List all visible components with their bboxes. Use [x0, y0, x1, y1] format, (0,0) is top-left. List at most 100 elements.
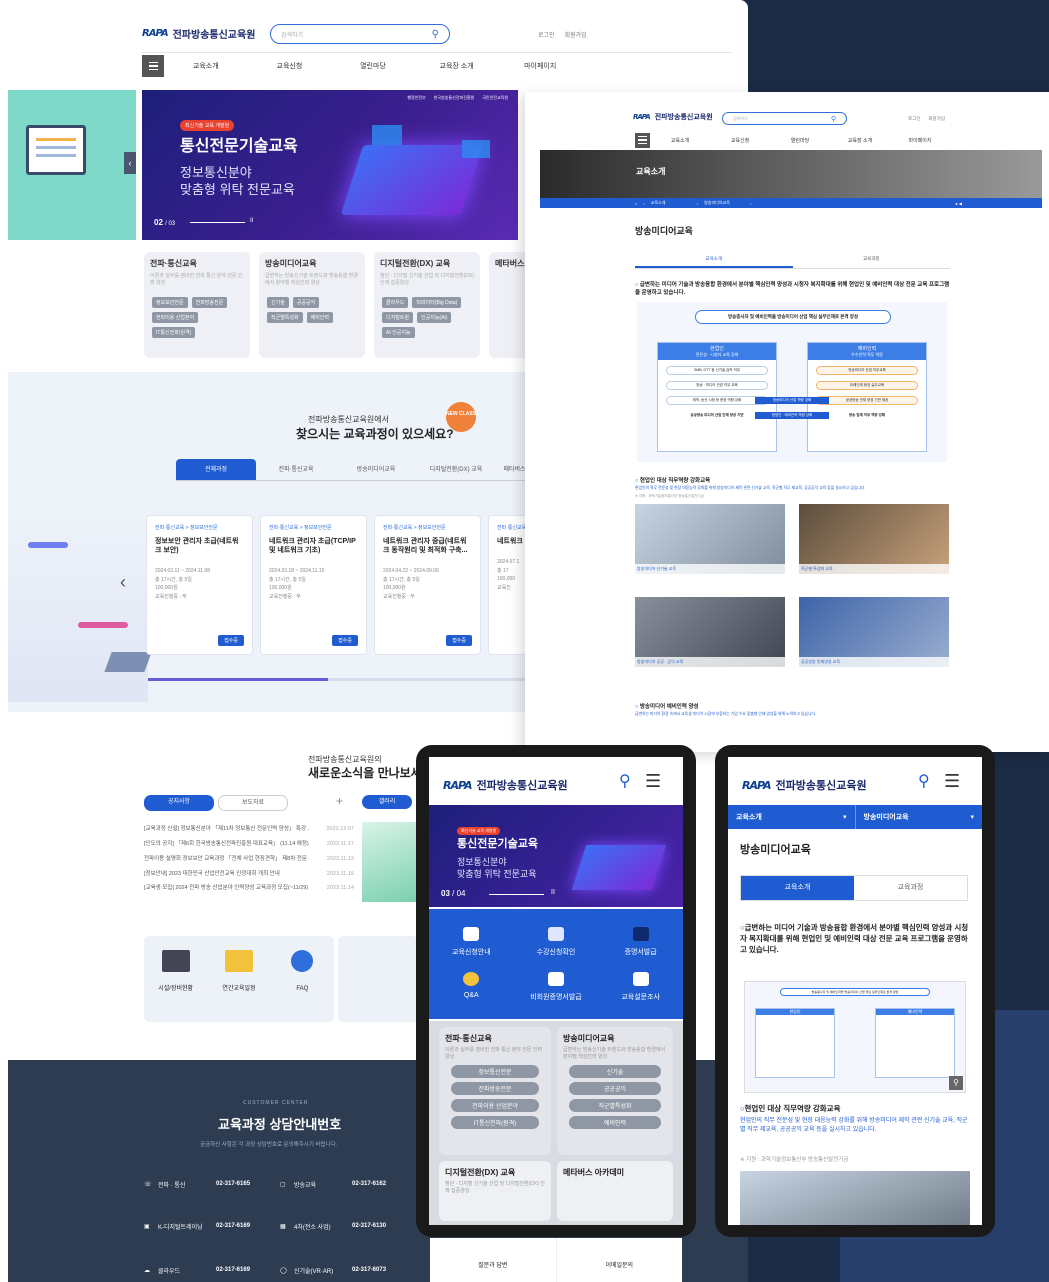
site-logo[interactable]: RAPA 전파방송통신교육원	[443, 777, 568, 793]
search-icon[interactable]: ⚲	[619, 771, 631, 791]
category-tag[interactable]: 전파방송전문	[451, 1082, 539, 1095]
search-input[interactable]: 검색하기 ⚲	[270, 24, 450, 44]
news-item[interactable]: [교육과정 신설] 정보통신분야 「제11차 정보통신 전문인력 양성」 특강 …	[144, 822, 354, 837]
nav-item[interactable]: 교육장 소개	[415, 61, 499, 71]
hamburger-icon[interactable]: ☰	[944, 771, 960, 792]
photo-card[interactable]	[740, 1171, 970, 1225]
category-tag[interactable]: 공공공익	[569, 1082, 661, 1095]
login-link[interactable]: 로그인	[538, 30, 555, 39]
contact-tel[interactable]: 02-317-6162	[352, 1181, 386, 1187]
course-card[interactable]: 전파·통신교육 > 정보보안전문 네트워크 관리자 초급(TCP/IP 및 네트…	[260, 515, 367, 655]
category-tag[interactable]: 디지털트윈	[382, 312, 414, 323]
category-card[interactable]: 방송미디어교육 급변하는 방송신기술 트렌드와 방송융합 환경에서 분야별 핵심…	[557, 1027, 673, 1155]
contact-tel[interactable]: 02-317-6169	[216, 1267, 280, 1273]
category-tag[interactable]: 전파이용 산업분야	[451, 1099, 539, 1112]
tab-courses[interactable]: 교육과정	[793, 252, 951, 268]
contact-tel[interactable]: 02-317-6169	[216, 1223, 280, 1229]
site-logo[interactable]: RAPA 전파방송통신교육원	[633, 112, 713, 122]
breadcrumb-item[interactable]: 교육소개	[651, 200, 691, 206]
email-link[interactable]: 이메일문의	[557, 1238, 683, 1282]
category-card[interactable]: 전파·통신교육 이론과 실무를 겸비한 전파 통신 분야 전문 인력 양성 정보…	[439, 1027, 551, 1155]
apply-button[interactable]: 접수중	[332, 635, 358, 646]
news-more-button[interactable]: +	[336, 794, 343, 808]
apply-button[interactable]: 접수중	[218, 635, 244, 646]
join-link[interactable]: 회원가입	[565, 30, 587, 39]
category-tag[interactable]: 전파방송전문	[191, 297, 228, 308]
quick-qna[interactable]: Q&A	[429, 971, 514, 1002]
quick-check[interactable]: 수강신청확인	[514, 926, 599, 957]
category-card[interactable]: 전파·통신교육 이론과 실무를 겸비한 전파 통신 분야 전문 인력 양성 정보…	[144, 252, 250, 358]
category-tag[interactable]: 신기술	[569, 1065, 661, 1078]
pause-button[interactable]: II	[551, 889, 555, 896]
nav-item[interactable]: 교육소개	[650, 137, 710, 144]
category-tag[interactable]: 직군별특성화	[267, 312, 303, 323]
category-tag[interactable]: 예비인력	[306, 312, 334, 323]
nav-item[interactable]: 마이페이지	[498, 61, 582, 71]
gallery-tab[interactable]: 갤러리	[362, 795, 412, 809]
breadcrumb-item[interactable]: 방송미디어교육	[704, 200, 744, 206]
category-tag[interactable]: 클라우드	[382, 297, 409, 308]
category-tag[interactable]: 신기술	[267, 297, 289, 308]
category-card[interactable]: 디지털전환(DX) 교육 첨단 · 디지털 신기술 산업 및 디지털전환(DX)…	[439, 1161, 551, 1221]
hamburger-icon[interactable]: ☰	[645, 771, 661, 792]
tab-all[interactable]: 전체과정	[176, 459, 256, 480]
menu-button[interactable]	[635, 132, 650, 148]
category-tag[interactable]: IT통신전파(원격)	[451, 1116, 539, 1129]
quick-link-schedule[interactable]: 연간교육일정	[207, 936, 270, 1022]
tab-notice[interactable]: 공지사항	[144, 795, 214, 811]
category-tag[interactable]: AI 인공지능	[382, 327, 415, 338]
login-link[interactable]: 로그인	[908, 116, 920, 122]
nav-item[interactable]: 열린마당	[770, 137, 830, 144]
tab-courses[interactable]: 교육과정	[854, 876, 967, 900]
search-icon[interactable]: ⚲	[918, 771, 930, 791]
pause-button[interactable]: II	[250, 218, 253, 224]
nav-item[interactable]: 교육장 소개	[830, 137, 890, 144]
menu-button[interactable]	[142, 55, 164, 77]
category-tag[interactable]: 전파이용 산업분야	[152, 312, 199, 323]
category-tag[interactable]: 공공공익	[292, 297, 320, 308]
slider-prev-icon[interactable]: ‹	[120, 572, 126, 593]
nav-item[interactable]: 교육신청	[248, 61, 332, 71]
quick-survey[interactable]: 교육설문조사	[598, 971, 683, 1002]
tab-intro[interactable]: 교육소개	[635, 252, 793, 268]
search-icon[interactable]: ⚲	[831, 115, 836, 123]
photo-card[interactable]: 방송미디어 공공 · 공익 교육	[635, 597, 785, 667]
prev-arrow-icon[interactable]: ‹	[124, 152, 136, 174]
category-tag[interactable]: 빅데이터(Big Data)	[412, 297, 462, 308]
nav-item[interactable]: 마이페이지	[890, 137, 950, 144]
category-tag[interactable]: 정보통신전문	[451, 1065, 539, 1078]
select-depth1[interactable]: 교육소개 ▾	[728, 805, 856, 829]
site-logo[interactable]: RAPA 전파방송통신교육원	[142, 26, 255, 41]
photo-card[interactable]: 공공방송 인재양성 교육	[799, 597, 949, 667]
join-link[interactable]: 회원가입	[928, 116, 945, 122]
category-tag[interactable]: 직군별특성화	[569, 1099, 661, 1112]
finder-scroll-thumb[interactable]	[148, 678, 328, 681]
photo-card[interactable]: 방송미디어 신기술 교육	[635, 504, 785, 574]
tab-intro[interactable]: 교육소개	[741, 876, 854, 900]
category-card[interactable]: 메타버스 아카데미	[557, 1161, 673, 1221]
quick-guest-cert[interactable]: 비회원증명서발급	[514, 971, 599, 1002]
course-card[interactable]: 전파·통신교육 > 정보보안전문 정보보안 관리자 초급(네트워크 보안) 20…	[146, 515, 253, 655]
quick-certificate[interactable]: 증명서발급	[598, 926, 683, 957]
zoom-icon[interactable]: ⚲	[949, 1076, 963, 1090]
news-item[interactable]: [정보안내] 2023 대한민국 산업안전교육 인정대회 개최 안내 2023.1…	[144, 867, 354, 882]
quick-link-faq[interactable]: FAQ	[271, 936, 334, 1022]
category-tag[interactable]: 인공지능(AI)	[417, 312, 452, 323]
tab-press[interactable]: 보도자료	[218, 795, 288, 811]
news-item[interactable]: [인도의 공지] 「제6회 한국방송통신전파진흥원 대표교육」 (11.14 예…	[144, 837, 354, 852]
nav-item[interactable]: 열린마당	[331, 61, 415, 71]
contact-tel[interactable]: 02-317-6073	[352, 1267, 386, 1273]
news-item[interactable]: 전파이용 설명회 정보보안 교육과정 「전체 사업 현장견학」 제8차 전문 ~…	[144, 852, 354, 867]
search-icon[interactable]: ⚲	[432, 29, 439, 40]
category-tag[interactable]: 정보보안전문	[152, 297, 188, 308]
news-item[interactable]: [교육생 모집] 2024 전파 방송 산업분야 인력양성 교육과정 모집(~1…	[144, 881, 354, 896]
share-icon[interactable]: ● ◀	[955, 201, 962, 206]
photo-card[interactable]: 직군별 특성화 교육	[799, 504, 949, 574]
category-tag[interactable]: 예비인력	[569, 1116, 661, 1129]
contact-tel[interactable]: 02-317-6165	[216, 1181, 280, 1187]
tab-radio[interactable]: 전파·통신교육	[256, 459, 336, 480]
course-card[interactable]: 전파·통신교육 > 정보보안전문 네트워크 관리자 중급(네트워크 동작원리 및…	[374, 515, 481, 655]
contact-tel[interactable]: 02-317-6130	[352, 1223, 386, 1229]
mobile-diagram[interactable]: 방송종사자 및 예비인력을 방송미디어 산업 핵심 실무인재로 본격 양성 현업…	[744, 981, 966, 1093]
quick-apply[interactable]: 교육신청안내	[429, 926, 514, 957]
